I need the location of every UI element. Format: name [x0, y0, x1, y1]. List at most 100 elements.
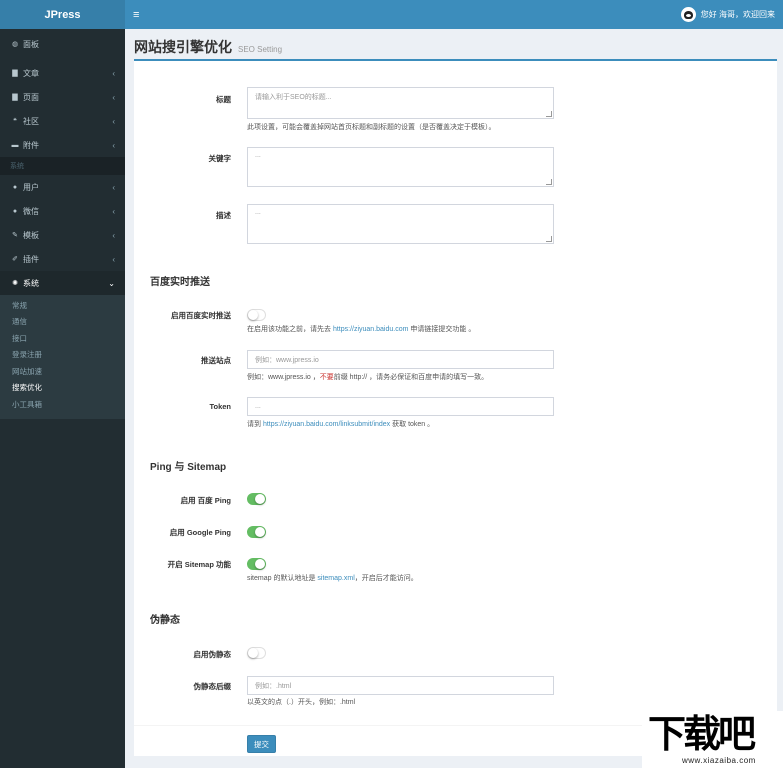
seo-settings-form: 标题 请输入利于SEO的标题... 此项设置，可能会覆盖掉网站首页标题和副标题的… [134, 59, 777, 756]
top-navbar: ≡ 您好 海哥，欢迎回来 [125, 0, 783, 29]
dashboard-icon: ◍ [11, 41, 19, 48]
sidebar-section-header: 系统 [0, 157, 125, 175]
title-help: 此项设置，可能会覆盖掉网站首页标题和副标题的设置（是否覆盖决定于模板）。 [247, 124, 496, 131]
template-icon: ✎ [12, 232, 18, 239]
sidebar-item-label: 系统 [23, 278, 39, 288]
sitemap-label: 开启 Sitemap 功能 [167, 560, 231, 569]
submit-button[interactable]: 提交 [247, 735, 276, 753]
submenu-item-api[interactable]: 接口 [0, 330, 125, 347]
submenu-item-seo[interactable]: 搜索优化 [0, 380, 125, 397]
submenu-item-acceleration[interactable]: 网站加速 [0, 363, 125, 380]
sidebar: ◍ 面板 ▇ 文章 ‹ ▇ 页面 ‹ ❝ 社区 ‹ ▬ 附件 ‹ 系统 ● 用户… [0, 29, 125, 768]
baidu-ping-toggle[interactable] [247, 493, 266, 505]
page-icon: ▇ [12, 94, 18, 101]
sidebar-item-label: 微信 [23, 206, 39, 216]
sidebar-item-article[interactable]: ▇ 文章 ‹ [0, 61, 125, 85]
chevron-left-icon: ‹ [112, 68, 115, 78]
avatar[interactable] [680, 7, 696, 22]
toggle-knob [255, 527, 265, 537]
baidu-push-toggle[interactable] [247, 309, 266, 321]
user-menu[interactable]: 您好 海哥，欢迎回来 [680, 7, 775, 22]
gear-icon: ✺ [12, 280, 18, 287]
help-text: 请到 [247, 421, 263, 428]
token-help: 请到 https://ziyuan.baidu.com/linksubmit/i… [247, 419, 434, 429]
baidu-ping-label: 启用 百度 Ping [180, 496, 231, 505]
warning-text: 不要 [319, 374, 334, 381]
help-text: 获取 token 。 [390, 421, 435, 428]
sidebar-item-system[interactable]: ✺ 系统 ⌄ [0, 271, 125, 295]
user-icon: ● [12, 183, 18, 191]
baidu-push-enable-label: 启用百度实时推送 [171, 311, 231, 320]
user-greeting[interactable]: 您好 海哥，欢迎回来 [701, 9, 775, 20]
token-input[interactable]: ... [247, 397, 554, 416]
sidebar-item-label: 用户 [23, 182, 39, 192]
watermark-url: www.xiazaiba.com [682, 756, 756, 765]
suffix-input[interactable]: 例如：.html [247, 676, 554, 695]
toggle-knob [255, 559, 265, 569]
title-textarea[interactable]: 请输入利于SEO的标题... [247, 87, 554, 119]
watermark: 下载吧 www.xiazaiba.com [642, 711, 783, 768]
sidebar-item-page[interactable]: ▇ 页面 ‹ [0, 85, 125, 109]
push-site-label: 推送站点 [201, 356, 231, 365]
sidebar-item-dashboard[interactable]: ◍ 面板 [0, 32, 125, 56]
google-ping-label: 启用 Google Ping [169, 528, 231, 537]
toggle-knob [255, 494, 265, 504]
brand-logo[interactable]: JPress [0, 0, 125, 29]
sitemap-help: sitemap 的默认地址是 sitemap.xml，开启后才能访问。 [247, 573, 418, 583]
help-text: 在启用该功能之前，请先去 [247, 326, 333, 333]
push-site-input[interactable]: 例如：www.jpress.io [247, 350, 554, 369]
sidebar-item-label: 社区 [23, 116, 39, 126]
chevron-down-icon: ⌄ [108, 278, 115, 288]
submenu-item-login-register[interactable]: 登录注册 [0, 347, 125, 364]
attachment-icon: ▬ [11, 141, 19, 149]
sitemap-link[interactable]: sitemap.xml [317, 575, 354, 582]
sidebar-item-label: 文章 [23, 68, 39, 78]
baidu-push-help: 在启用该功能之前，请先去 https://ziyuan.baidu.com 申请… [247, 324, 475, 334]
chevron-left-icon: ‹ [112, 140, 115, 150]
sidebar-item-wechat[interactable]: ● 微信 ‹ [0, 199, 125, 223]
chevron-left-icon: ‹ [112, 254, 115, 264]
content-header: 网站搜引擎优化 SEO Setting [125, 29, 783, 60]
community-icon: ❝ [13, 118, 17, 125]
plugin-icon: ✐ [12, 256, 18, 263]
submenu-item-toolbox[interactable]: 小工具箱 [0, 396, 125, 413]
sidebar-item-attachment[interactable]: ▬ 附件 ‹ [0, 133, 125, 157]
help-text: sitemap 的默认地址是 [247, 575, 318, 582]
keywords-textarea[interactable]: ... [247, 147, 554, 187]
page-title: 网站搜引擎优化 [134, 39, 232, 55]
pseudo-static-enable-label: 启用伪静态 [193, 650, 232, 659]
description-textarea[interactable]: ... [247, 204, 554, 244]
pseudo-static-section-title: 伪静态 [150, 615, 180, 626]
submenu-item-general[interactable]: 常规 [0, 297, 125, 314]
title-label: 标题 [216, 95, 231, 104]
sitemap-toggle[interactable] [247, 558, 266, 570]
token-label: Token [209, 402, 231, 411]
sidebar-item-template[interactable]: ✎ 模板 ‹ [0, 223, 125, 247]
baidu-linksubmit-link[interactable]: https://ziyuan.baidu.com/linksubmit/inde… [263, 421, 390, 428]
baidu-ziyuan-link[interactable]: https://ziyuan.baidu.com [333, 326, 409, 333]
menu-toggle-icon[interactable]: ≡ [133, 9, 139, 21]
submenu-item-communication[interactable]: 通信 [0, 314, 125, 331]
wechat-icon: ● [12, 207, 18, 215]
description-label: 描述 [216, 211, 231, 220]
sidebar-item-label: 页面 [23, 92, 39, 102]
system-submenu: 常规 通信 接口 登录注册 网站加速 搜索优化 小工具箱 [0, 295, 125, 419]
chevron-left-icon: ‹ [112, 182, 115, 192]
sidebar-item-label: 插件 [23, 254, 39, 264]
baidu-push-section-title: 百度实时推送 [150, 277, 210, 288]
pseudo-static-toggle[interactable] [247, 647, 266, 659]
chevron-left-icon: ‹ [112, 206, 115, 216]
help-text: 申请链接提交功能 。 [408, 326, 476, 333]
sidebar-item-label: 模板 [23, 230, 39, 240]
sidebar-item-user[interactable]: ● 用户 ‹ [0, 175, 125, 199]
sidebar-item-plugin[interactable]: ✐ 插件 ‹ [0, 247, 125, 271]
sidebar-item-community[interactable]: ❝ 社区 ‹ [0, 109, 125, 133]
keywords-label: 关键字 [208, 154, 232, 163]
help-text: ，开启后才能访问。 [354, 575, 418, 582]
toggle-knob [248, 310, 258, 320]
google-ping-toggle[interactable] [247, 526, 266, 538]
watermark-logo: 下载吧 [648, 712, 756, 756]
sidebar-item-label: 面板 [23, 39, 39, 49]
page-subtitle: SEO Setting [238, 45, 283, 54]
help-text: 前缀 http:// ，请务必保证和百度申请的填写一致。 [333, 374, 489, 381]
